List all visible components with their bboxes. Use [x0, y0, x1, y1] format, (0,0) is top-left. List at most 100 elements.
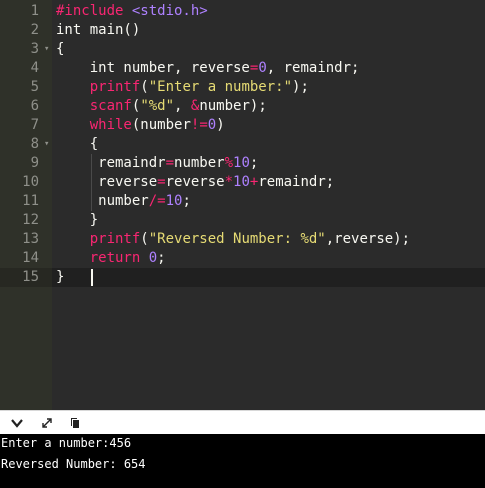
- line-number: 2: [30, 22, 39, 38]
- code-line[interactable]: #include <stdio.h>: [56, 2, 208, 21]
- code-token: number: [56, 193, 149, 209]
- expand-output-button[interactable]: [36, 413, 58, 433]
- code-line[interactable]: printf("Enter a number:");: [56, 78, 309, 97]
- code-token: printf: [89, 79, 141, 95]
- code-line[interactable]: while(number!=0): [56, 116, 225, 135]
- code-token: {: [56, 41, 65, 57]
- line-number-cell: 8 ▾: [0, 135, 52, 154]
- code-token: while: [89, 117, 132, 133]
- code-token: "Reversed Number: %d": [148, 231, 326, 247]
- fold-arrow-icon[interactable]: ▾: [44, 135, 49, 154]
- line-number-cell: 3 ▾: [0, 40, 52, 59]
- code-token: 10: [233, 174, 250, 190]
- line-number: 13: [22, 231, 39, 247]
- code-token: remaindr: [56, 155, 166, 171]
- line-number-cell: 9: [0, 154, 52, 173]
- code-token: ;: [157, 250, 166, 266]
- code-editor[interactable]: 1 2 3 ▾ 4 5 6 7 8 ▾ 9 10 11 12 13 14 15 #include <stdio.…: [0, 0, 485, 410]
- code-token: "%d": [140, 98, 175, 114]
- code-token: (: [140, 231, 149, 247]
- code-token: ;: [249, 155, 259, 171]
- line-number-cell: 15: [0, 268, 52, 287]
- code-line[interactable]: int number, reverse=0, remaindr;: [56, 59, 360, 78]
- line-number-cell: 11: [0, 192, 52, 211]
- line-number-cell: 1: [0, 2, 52, 21]
- code-token: 10: [233, 155, 250, 171]
- code-line[interactable]: printf("Reversed Number: %d",reverse);: [56, 230, 410, 249]
- line-number: 7: [30, 117, 39, 133]
- code-line[interactable]: }: [56, 211, 98, 230]
- line-number: 11: [22, 193, 39, 209]
- code-token: <stdio.h>: [131, 3, 208, 19]
- code-token: *: [224, 174, 234, 190]
- code-line[interactable]: {: [56, 40, 64, 59]
- code-token: ,reverse);: [325, 231, 411, 247]
- console-line: Reversed Number: 654: [1, 457, 146, 471]
- line-number-gutter: 1 2 3 ▾ 4 5 6 7 8 ▾ 9 10 11 12 13 14 15: [0, 0, 52, 410]
- code-line[interactable]: number/=10;: [56, 192, 191, 211]
- code-line[interactable]: remaindr=number%10;: [56, 154, 258, 173]
- collapse-output-button[interactable]: [6, 413, 28, 433]
- line-number: 12: [22, 212, 39, 228]
- expand-arrows-icon: [42, 418, 52, 428]
- line-number-cell: 13: [0, 230, 52, 249]
- code-token: number: [174, 155, 225, 171]
- code-token: }: [56, 212, 99, 228]
- code-token: printf: [89, 231, 141, 247]
- code-token: }: [56, 269, 65, 285]
- line-number-cell: 7: [0, 116, 52, 135]
- line-number: 1: [30, 3, 39, 19]
- line-number-cell: 6: [0, 97, 52, 116]
- code-token: scanf: [89, 98, 132, 114]
- line-number-cell: 14: [0, 249, 52, 268]
- code-token: remaindr;: [258, 174, 335, 190]
- code-token: ): [216, 117, 225, 133]
- line-number-cell: 5: [0, 78, 52, 97]
- code-token: reverse: [56, 174, 158, 190]
- code-token: );: [292, 79, 309, 95]
- code-token: =: [165, 155, 175, 171]
- line-number: 6: [30, 98, 39, 114]
- code-token: ;: [182, 193, 191, 209]
- chevron-down-icon: [11, 419, 23, 428]
- code-token: /=: [148, 193, 166, 209]
- line-number: 8: [30, 136, 39, 152]
- indent-guide: [91, 154, 92, 211]
- copy-icon: [71, 418, 79, 428]
- code-token: ,: [174, 98, 191, 114]
- code-token: return: [89, 250, 141, 266]
- line-number: 15: [22, 269, 39, 285]
- code-line[interactable]: scanf("%d", &number);: [56, 97, 267, 116]
- line-number: 4: [30, 60, 39, 76]
- console-line: Enter a number:456: [1, 436, 132, 450]
- code-line[interactable]: return 0;: [56, 249, 166, 268]
- line-number: 3: [30, 41, 39, 57]
- line-number-cell: 12: [0, 211, 52, 230]
- output-console: Enter a number:456 Reversed Number: 654: [0, 434, 485, 488]
- code-token: {: [56, 136, 99, 152]
- code-line[interactable]: reverse=reverse*10+remaindr;: [56, 173, 334, 192]
- code-token: %: [224, 155, 234, 171]
- code-token: !=: [190, 117, 208, 133]
- code-area[interactable]: #include <stdio.h> int main(){ int number…: [52, 0, 485, 410]
- fold-arrow-icon[interactable]: ▾: [44, 40, 49, 59]
- code-line[interactable]: int main(): [56, 21, 140, 40]
- text-cursor: [91, 269, 93, 286]
- code-token: int number, reverse: [56, 60, 250, 76]
- line-number-cell: 4: [0, 59, 52, 78]
- active-line-highlight: [52, 268, 485, 287]
- code-token: number);: [199, 98, 267, 114]
- line-number-cell: 2: [0, 21, 52, 40]
- code-line[interactable]: }: [56, 268, 64, 287]
- copy-output-button[interactable]: [64, 413, 86, 433]
- code-line[interactable]: {: [56, 135, 98, 154]
- line-number-cell: 10: [0, 173, 52, 192]
- line-number: 14: [22, 250, 39, 266]
- output-toolbar: [0, 410, 485, 434]
